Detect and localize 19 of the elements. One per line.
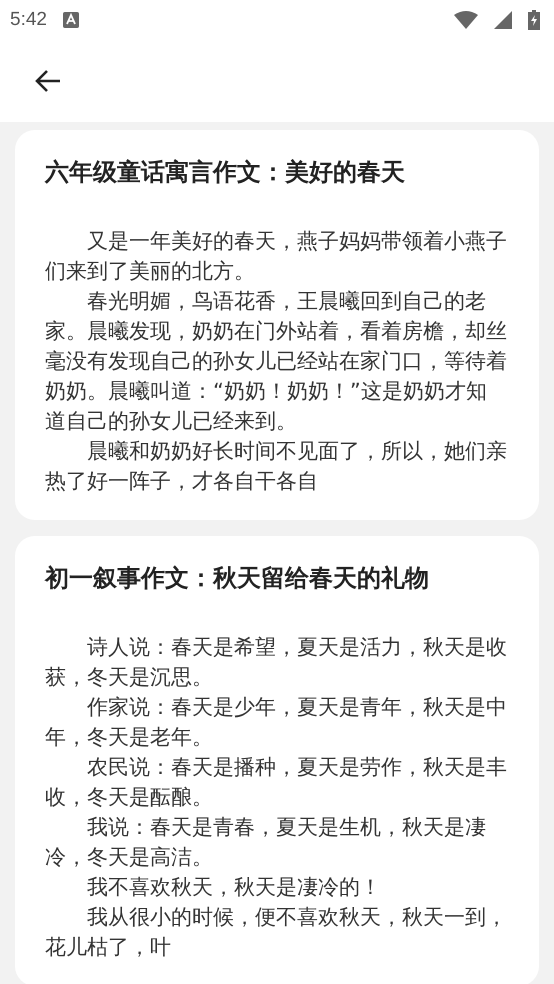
article-title: 初一叙事作文：秋天留给春天的礼物 bbox=[45, 563, 430, 594]
article-paragraph: 春光明媚，鸟语花香，王晨曦回到自己的老家。晨曦发现，奶奶在门外站着，看着房檐，却丝毫没有发现自己的孙女儿已经站在家门口，等待着奶奶。晨曦叫道：“奶奶！奶奶！”这是奶奶才知道自己的孙女儿已经来到。 bbox=[45, 288, 507, 435]
article-card[interactable]: 初一叙事作文：秋天留给春天的礼物 诗人说：春天是希望，夏天是活力，秋天是收获，冬天是沉思。 作家说：春天是少年，夏天是青年，秋天是中年，冬天是老年。 农民说：春天是播种，夏天是劳作，秋天是丰收，冬天是酝酿。 我说：春天是青春，夏天是生机，秋天是凄冷，冬天是高洁。 我不喜欢秋天，秋天是凄冷的！ 我从很小的时候，便不喜欢秋天，秋天一到，花儿枯了，叶 bbox=[15, 536, 539, 984]
battery-icon bbox=[528, 10, 540, 30]
article-paragraph: 又是一年美好的春天，燕子妈妈带领着小燕子们来到了美丽的北方。 bbox=[45, 228, 507, 285]
back-arrow-icon bbox=[35, 69, 61, 93]
status-time: 5:42 bbox=[10, 9, 47, 31]
article-title: 六年级童话寓言作文：美好的春天 bbox=[45, 157, 406, 188]
article-paragraph: 我从很小的时候，便不喜欢秋天，秋天一到，花儿枯了，叶 bbox=[45, 904, 507, 961]
article-paragraph: 我不喜欢秋天，秋天是凄冷的！ bbox=[86, 874, 382, 901]
wifi-icon bbox=[454, 11, 478, 29]
article-paragraph: 我说：春天是青春，夏天是生机，秋天是凄冷，冬天是高洁。 bbox=[45, 814, 487, 871]
signal-icon bbox=[494, 11, 512, 29]
article-paragraph: 农民说：春天是播种，夏天是劳作，秋天是丰收，冬天是酝酿。 bbox=[45, 754, 507, 811]
article-paragraph: 诗人说：春天是希望，夏天是活力，秋天是收获，冬天是沉思。 bbox=[45, 634, 507, 691]
article-paragraph: 作家说：春天是少年，夏天是青年，秋天是中年，冬天是老年。 bbox=[45, 694, 507, 751]
keyboard-icon bbox=[62, 12, 79, 28]
article-paragraph: 晨曦和奶奶好长时间不见面了，所以，她们亲热了好一阵子，才各自干各自 bbox=[45, 438, 507, 495]
article-card[interactable]: 六年级童话寓言作文：美好的春天 又是一年美好的春天，燕子妈妈带领着小燕子们来到了美丽的北方。 春光明媚，鸟语花香，王晨曦回到自己的老家。晨曦发现，奶奶在门外站着，看着房檐，却丝毫没有发现自己的孙女儿已经站在家门口，等待着奶奶。晨曦叫道：“奶奶！奶奶！”这是奶奶才知道自己的孙女儿已经来到。 晨曦和奶奶好长时间不见面了，所以，她们亲热了好一阵子，才各自干各自 bbox=[15, 130, 539, 520]
